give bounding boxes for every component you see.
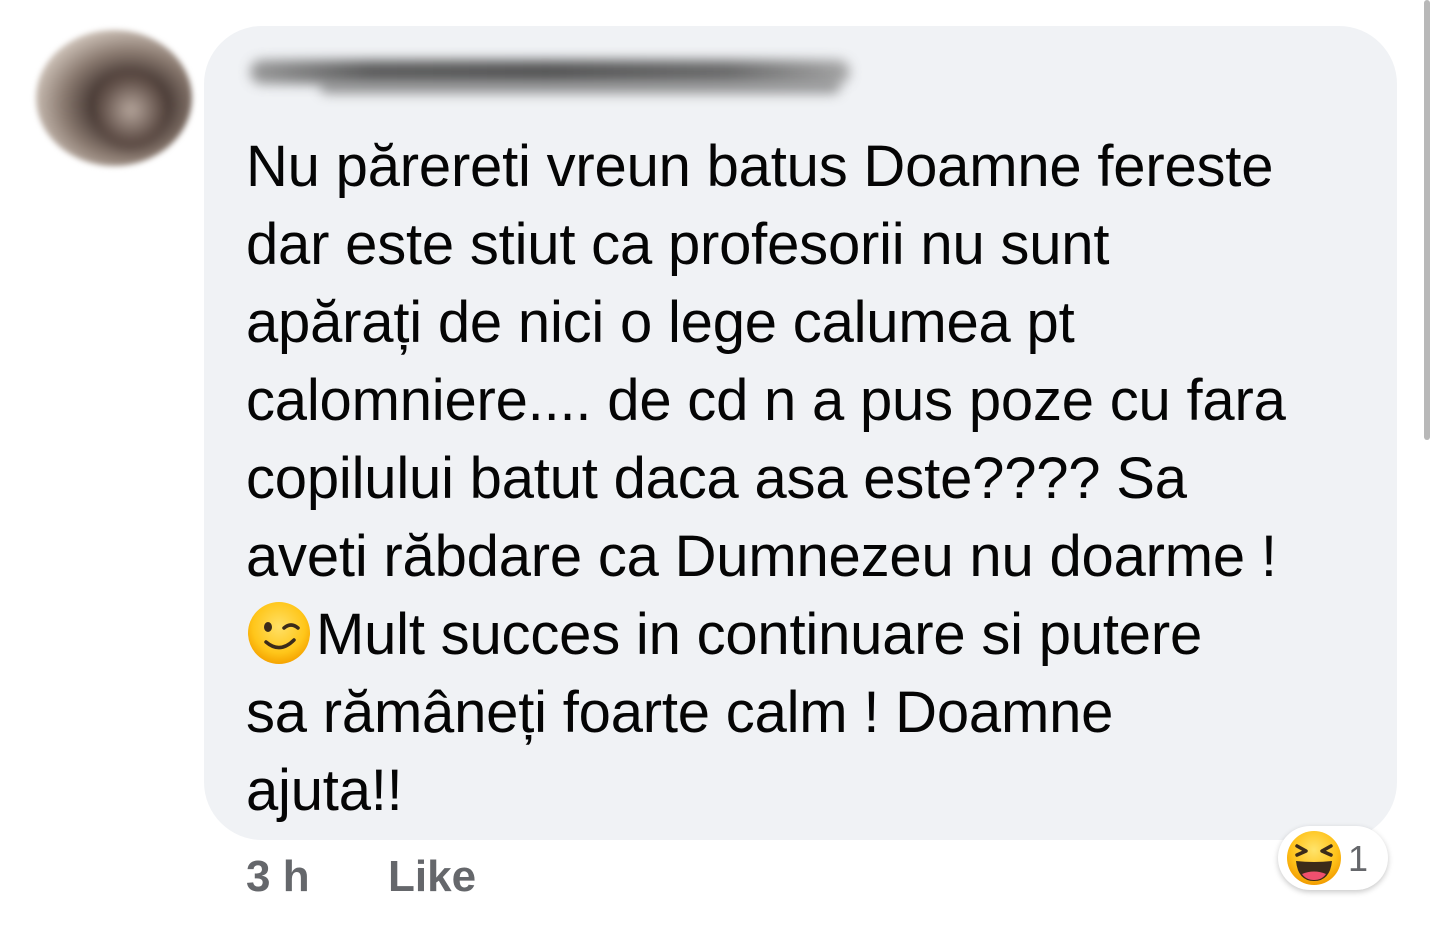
- comment-line-text: Mult succes in continuare si putere: [316, 602, 1202, 667]
- comment-line: aveti răbdare ca Dumnezeu nu doarme !: [246, 524, 1277, 589]
- comment-line: calomniere.... de cd n a pus poze cu far…: [246, 368, 1286, 433]
- redaction-blur: [320, 80, 840, 94]
- avatar-blur: [96, 70, 166, 150]
- reaction-summary[interactable]: 1: [1278, 826, 1388, 890]
- comment-line: sa rămâneți foarte calm ! Doamne: [246, 680, 1114, 745]
- comment-line: ajuta!!: [246, 758, 403, 823]
- comment-text: Nu părereti vreun batus Doamne fereste d…: [246, 128, 1376, 830]
- comment-line: copilului batut daca asa este???? Sa: [246, 446, 1187, 511]
- comment-screen: Nu părereti vreun batus Doamne fereste d…: [0, 0, 1435, 944]
- comment-line: dar este stiut ca profesorii nu sunt: [246, 212, 1110, 277]
- comment-timestamp[interactable]: 3 h: [246, 852, 310, 902]
- comment-line: apărați de nici o lege calumea pt: [246, 290, 1075, 355]
- wink-emoji-icon: [248, 602, 310, 664]
- like-button[interactable]: Like: [388, 852, 476, 902]
- comment-line-with-emoji: Mult succes in continuare si putere: [246, 596, 1376, 674]
- scrollbar[interactable]: [1424, 0, 1430, 440]
- reaction-count: 1: [1348, 838, 1369, 879]
- comment-line: Nu părereti vreun batus Doamne fereste: [246, 134, 1274, 199]
- avatar[interactable]: [36, 30, 192, 166]
- haha-emoji-icon: [1287, 831, 1341, 885]
- author-name-redacted[interactable]: [250, 52, 850, 104]
